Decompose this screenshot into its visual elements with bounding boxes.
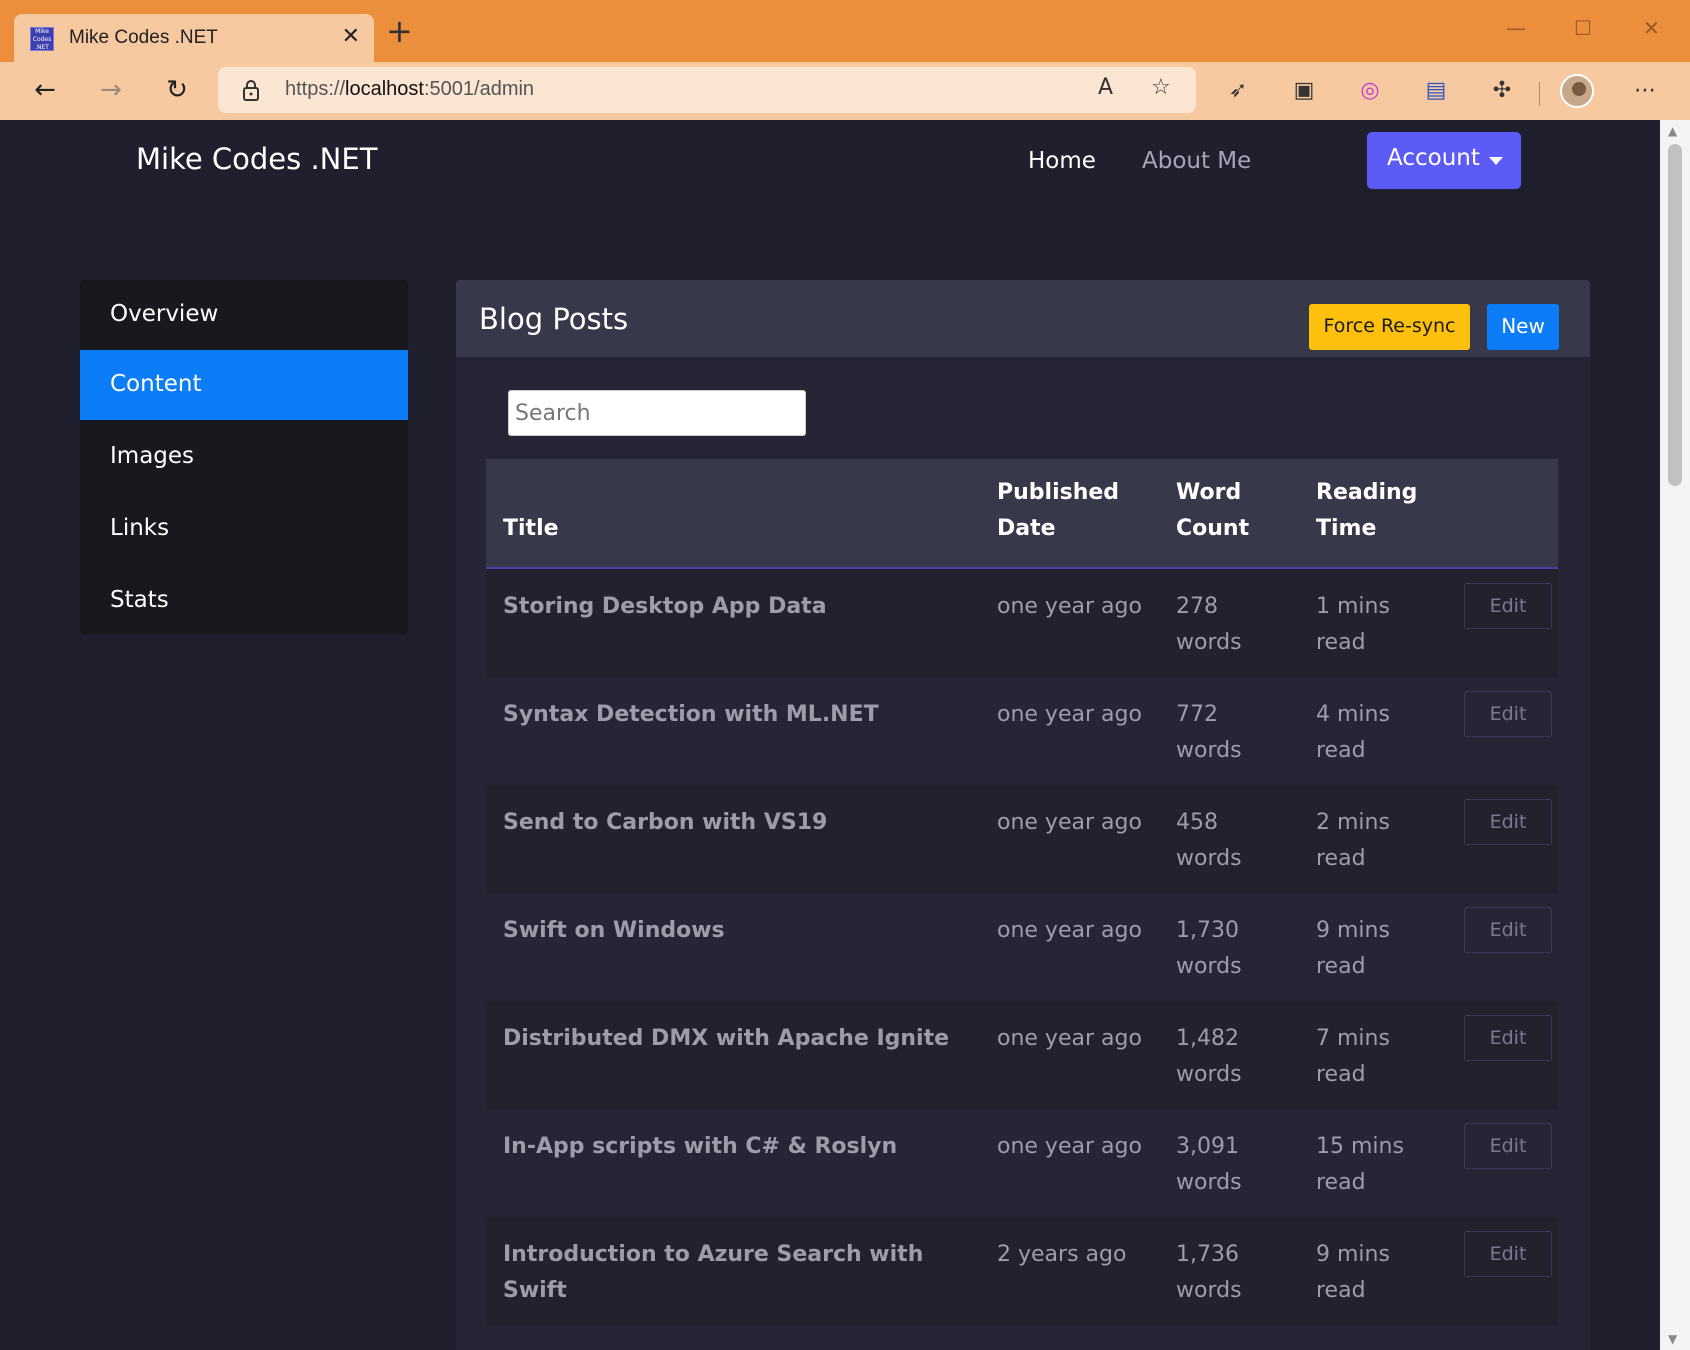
extensions-puzzle-icon[interactable]: ✣ <box>1487 76 1517 106</box>
scroll-up-arrow-icon[interactable]: ▲ <box>1668 124 1677 138</box>
post-title[interactable]: Distributed DMX with Apache Ignite <box>503 1021 983 1057</box>
sidebar-item-links[interactable]: Links <box>80 494 408 564</box>
picture-in-picture-icon[interactable]: ▣ <box>1289 76 1319 106</box>
post-word-count: 3,091 words <box>1176 1134 1242 1195</box>
edit-button[interactable]: Edit <box>1464 907 1552 953</box>
table-body: Storing Desktop App Data one year ago 27… <box>486 569 1558 1325</box>
post-reading-time: 1 mins read <box>1316 594 1390 655</box>
rocket-extension-icon[interactable]: ➶ <box>1223 76 1253 106</box>
page-content: Mike Codes .NET Home About Me Account Ov… <box>2 120 1660 1350</box>
table-row: Syntax Detection with ML.NET one year ag… <box>486 677 1558 785</box>
read-aloud-icon[interactable]: A <box>1098 75 1113 100</box>
post-date: 2 years ago <box>997 1242 1127 1267</box>
post-title[interactable]: Introduction to Azure Search with Swift <box>503 1237 983 1309</box>
post-reading-time: 2 mins read <box>1316 810 1390 871</box>
sidebar-item-content[interactable]: Content <box>80 350 408 420</box>
post-title[interactable]: Storing Desktop App Data <box>503 589 983 625</box>
force-resync-button[interactable]: Force Re-sync <box>1309 304 1470 350</box>
site-brand[interactable]: Mike Codes .NET <box>136 142 377 176</box>
address-bar[interactable]: https://localhost:5001/admin A ☆ <box>218 67 1196 113</box>
blog-posts-table: Title Published Date Word Count Reading … <box>486 459 1558 1325</box>
column-header-word-count[interactable]: Word Count <box>1176 475 1276 547</box>
column-header-published-date[interactable]: Published Date <box>997 475 1147 547</box>
post-title[interactable]: Syntax Detection with ML.NET <box>503 697 983 733</box>
sidebar-item-stats[interactable]: Stats <box>80 566 408 634</box>
edit-button[interactable]: Edit <box>1464 583 1552 629</box>
post-reading-time: 9 mins read <box>1316 1242 1390 1303</box>
post-reading-time: 15 mins read <box>1316 1134 1404 1195</box>
color-extension-icon[interactable]: ◎ <box>1355 76 1385 106</box>
account-dropdown-button[interactable]: Account <box>1367 132 1521 189</box>
edit-button[interactable]: Edit <box>1464 1123 1552 1169</box>
card-title: Blog Posts <box>479 302 629 336</box>
post-date: one year ago <box>997 1134 1142 1159</box>
profile-avatar[interactable] <box>1560 74 1594 108</box>
admin-sidebar: Overview Content Images Links Stats <box>80 280 408 634</box>
sidebar-item-overview[interactable]: Overview <box>80 280 408 350</box>
table-row: Swift on Windows one year ago 1,730 word… <box>486 893 1558 1001</box>
sidebar-item-images[interactable]: Images <box>80 422 408 492</box>
post-title[interactable]: Send to Carbon with VS19 <box>503 805 983 841</box>
post-date: one year ago <box>997 918 1142 943</box>
more-options-icon[interactable]: ⋯ <box>1630 76 1660 106</box>
new-tab-button[interactable]: + <box>386 15 413 47</box>
post-reading-time: 4 mins read <box>1316 702 1390 763</box>
post-reading-time: 9 mins read <box>1316 918 1390 979</box>
post-title[interactable]: In-App scripts with C# & Roslyn <box>503 1129 983 1165</box>
table-row: Distributed DMX with Apache Ignite one y… <box>486 1001 1558 1109</box>
column-header-reading-time[interactable]: Reading Time <box>1316 475 1446 547</box>
account-label: Account <box>1387 145 1480 171</box>
site-favicon-icon: Mike Codes .NET <box>30 27 54 51</box>
search-input[interactable] <box>508 390 806 436</box>
post-title[interactable]: Swift on Windows <box>503 913 983 949</box>
document-extension-icon[interactable]: ▤ <box>1421 76 1451 106</box>
table-row: Storing Desktop App Data one year ago 27… <box>486 569 1558 677</box>
post-word-count: 458 words <box>1176 810 1242 871</box>
browser-tab[interactable]: Mike Codes .NET Mike Codes .NET ✕ <box>14 14 374 62</box>
tab-title: Mike Codes .NET <box>69 27 218 48</box>
edit-button[interactable]: Edit <box>1464 799 1552 845</box>
post-word-count: 1,736 words <box>1176 1242 1242 1303</box>
back-arrow-icon[interactable]: ← <box>27 72 63 108</box>
nav-about-link[interactable]: About Me <box>1142 148 1251 174</box>
post-word-count: 278 words <box>1176 594 1242 655</box>
post-reading-time: 7 mins read <box>1316 1026 1390 1087</box>
forward-arrow-icon[interactable]: → <box>93 72 129 108</box>
table-header: Title Published Date Word Count Reading … <box>486 459 1558 569</box>
post-date: one year ago <box>997 1026 1142 1051</box>
post-date: one year ago <box>997 810 1142 835</box>
edit-button[interactable]: Edit <box>1464 1231 1552 1277</box>
post-word-count: 772 words <box>1176 702 1242 763</box>
url-text[interactable]: https://localhost:5001/admin <box>285 78 534 101</box>
new-post-button[interactable]: New <box>1487 304 1559 350</box>
caret-down-icon <box>1489 157 1503 165</box>
edit-button[interactable]: Edit <box>1464 691 1552 737</box>
scrollbar-thumb[interactable] <box>1668 144 1682 486</box>
blog-posts-card: Blog Posts Force Re-sync New Title Publi… <box>456 280 1590 1350</box>
nav-home-link[interactable]: Home <box>1028 148 1096 174</box>
post-date: one year ago <box>997 702 1142 727</box>
page-scrollbar[interactable]: ▲ ▼ <box>1660 120 1690 1350</box>
window-close-icon[interactable]: ✕ <box>1643 16 1660 40</box>
post-word-count: 1,730 words <box>1176 918 1242 979</box>
card-header: Blog Posts Force Re-sync New <box>456 280 1590 357</box>
table-row: In-App scripts with C# & Roslyn one year… <box>486 1109 1558 1217</box>
table-row: Send to Carbon with VS19 one year ago 45… <box>486 785 1558 893</box>
post-date: one year ago <box>997 594 1142 619</box>
browser-titlebar: Mike Codes .NET Mike Codes .NET ✕ + — ☐ … <box>0 0 1690 62</box>
minimize-icon[interactable]: — <box>1506 16 1526 40</box>
edit-button[interactable]: Edit <box>1464 1015 1552 1061</box>
tab-close-icon[interactable]: ✕ <box>342 24 360 49</box>
toolbar-divider <box>1539 82 1540 106</box>
column-header-title[interactable]: Title <box>503 511 559 547</box>
refresh-icon[interactable]: ↻ <box>159 72 195 108</box>
post-word-count: 1,482 words <box>1176 1026 1242 1087</box>
lock-icon[interactable] <box>242 79 260 101</box>
favorite-star-icon[interactable]: ☆ <box>1151 75 1171 100</box>
maximize-icon[interactable]: ☐ <box>1574 16 1592 40</box>
browser-toolbar: ← → ↻ https://localhost:5001/admin A ☆ ➶… <box>0 62 1690 120</box>
scroll-down-arrow-icon[interactable]: ▼ <box>1668 1332 1677 1346</box>
table-row: Introduction to Azure Search with Swift … <box>486 1217 1558 1325</box>
